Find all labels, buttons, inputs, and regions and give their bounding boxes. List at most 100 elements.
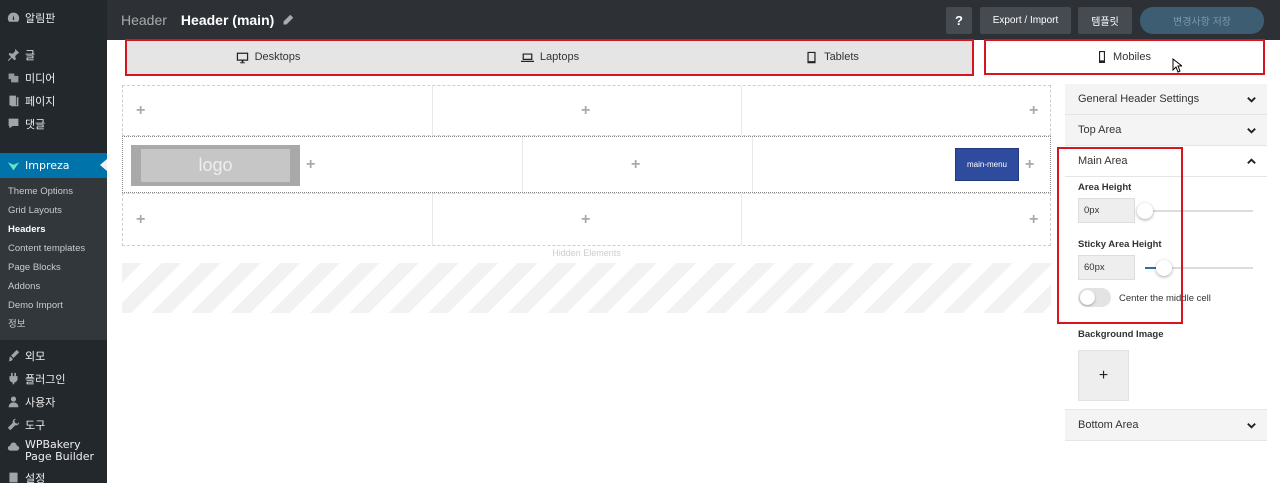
sticky-area-height-input[interactable]: 60px <box>1078 255 1135 280</box>
comment-icon <box>6 117 20 131</box>
row-cell-right[interactable]: + <box>741 86 1050 135</box>
main-menu-element[interactable]: main-menu <box>955 148 1019 181</box>
row-cell-center[interactable]: + <box>432 86 741 135</box>
section-main-area[interactable]: Main Area <box>1065 146 1267 177</box>
tab-label: Laptops <box>539 51 580 63</box>
brush-icon <box>6 349 20 363</box>
header-top-row: + + + <box>122 85 1051 136</box>
tab-label: Mobiles <box>1113 51 1151 63</box>
sidebar-item-tools[interactable]: 도구 <box>0 413 107 436</box>
toggle-knob <box>1080 290 1095 305</box>
tab-mobiles[interactable]: Mobiles <box>985 40 1263 74</box>
add-element-icon[interactable]: + <box>136 212 145 228</box>
row-cell-right[interactable]: + <box>741 194 1050 245</box>
pin-icon <box>6 48 20 62</box>
submenu-demo-import[interactable]: Demo Import <box>0 296 107 315</box>
row-cell-left[interactable]: + <box>123 86 432 135</box>
slider-knob[interactable] <box>1156 260 1172 276</box>
breadcrumb[interactable]: Header <box>121 12 167 28</box>
submenu-page-blocks[interactable]: Page Blocks <box>0 258 107 277</box>
section-title: General Header Settings <box>1078 93 1200 105</box>
media-icon <box>6 71 20 85</box>
sidebar-item-label: 댓글 <box>25 117 46 131</box>
header-bottom-row: + + + <box>122 193 1051 246</box>
sidebar-item-impreza[interactable]: Impreza <box>0 153 107 178</box>
area-height-label: Area Height <box>1078 182 1132 193</box>
sidebar-item-appearance[interactable]: 외모 <box>0 344 107 367</box>
row-cell-left[interactable]: logo + <box>123 137 522 192</box>
sticky-area-height-label: Sticky Area Height <box>1078 239 1162 250</box>
sidebar-item-label: WPBakery Page Builder <box>25 438 95 463</box>
center-middle-cell-toggle[interactable] <box>1078 288 1111 307</box>
admin-sidebar: 알림판 글 미디어 페이지 댓글 Impreza Theme Options G… <box>0 0 107 483</box>
sidebar-item-users[interactable]: 사용자 <box>0 390 107 413</box>
mouse-cursor-icon <box>1172 58 1182 73</box>
submenu-content-templates[interactable]: Content templates <box>0 239 107 258</box>
mobile-icon <box>1099 51 1106 63</box>
sidebar-item-label: 플러그인 <box>25 372 66 386</box>
sidebar-item-media[interactable]: 미디어 <box>0 66 107 89</box>
sidebar-item-label: 외모 <box>25 349 46 363</box>
export-import-button[interactable]: Export / Import <box>980 7 1071 34</box>
desktop-icon <box>236 52 248 63</box>
add-element-icon[interactable]: + <box>1029 212 1038 228</box>
sidebar-item-settings[interactable]: 설정 <box>0 466 107 483</box>
sidebar-item-posts[interactable]: 글 <box>0 43 107 66</box>
area-height-slider[interactable] <box>1137 203 1253 219</box>
user-icon <box>6 395 20 409</box>
background-image-label: Background Image <box>1078 329 1164 340</box>
sidebar-item-wpbakery[interactable]: WPBakery Page Builder <box>0 436 107 466</box>
row-cell-center[interactable]: + <box>432 194 741 245</box>
submenu-addons[interactable]: Addons <box>0 277 107 296</box>
tab-label: Tablets <box>824 51 859 63</box>
add-element-icon[interactable]: + <box>581 103 590 119</box>
section-bottom-area[interactable]: Bottom Area <box>1065 409 1267 441</box>
add-background-image-button[interactable]: + <box>1078 350 1129 401</box>
tab-laptops[interactable]: Laptops <box>409 40 691 74</box>
templates-button[interactable]: 템플릿 <box>1078 7 1132 34</box>
section-general-header-settings[interactable]: General Header Settings <box>1065 84 1267 115</box>
row-cell-left[interactable]: + <box>123 194 432 245</box>
hidden-elements-label: Hidden Elements <box>552 248 621 258</box>
submenu-grid-layouts[interactable]: Grid Layouts <box>0 201 107 220</box>
logo-element[interactable]: logo <box>131 145 300 186</box>
sidebar-item-label: Impreza <box>25 159 70 172</box>
add-element-icon[interactable]: + <box>1029 103 1038 119</box>
tab-desktops[interactable]: Desktops <box>127 40 409 74</box>
help-button[interactable]: ? <box>946 7 972 34</box>
save-changes-button[interactable]: 변경사항 저장 <box>1140 7 1264 34</box>
add-element-icon[interactable]: + <box>1025 157 1034 173</box>
sidebar-item-comments[interactable]: 댓글 <box>0 112 107 135</box>
tab-label: Desktops <box>254 51 301 63</box>
page-icon <box>6 94 20 108</box>
chevron-up-icon <box>1246 156 1257 167</box>
sticky-area-height-slider[interactable] <box>1145 260 1253 276</box>
row-cell-center[interactable]: + <box>522 137 752 192</box>
tab-tablets[interactable]: Tablets <box>691 40 973 74</box>
section-title: Bottom Area <box>1078 419 1139 431</box>
add-element-icon[interactable]: + <box>631 157 640 173</box>
pencil-icon[interactable] <box>282 14 294 26</box>
sidebar-item-dashboard[interactable]: 알림판 <box>0 6 107 29</box>
submenu-info[interactable]: 정보 <box>0 315 107 334</box>
add-element-icon[interactable]: + <box>136 103 145 119</box>
sidebar-item-plugins[interactable]: 플러그인 <box>0 367 107 390</box>
sidebar-item-label: 글 <box>25 48 36 62</box>
sidebar-item-label: 미디어 <box>25 71 56 85</box>
sidebar-item-label: 사용자 <box>25 395 56 409</box>
slider-knob[interactable] <box>1137 203 1153 219</box>
laptop-icon <box>520 52 534 62</box>
logo-text: logo <box>141 149 290 182</box>
section-top-area[interactable]: Top Area <box>1065 115 1267 146</box>
dashboard-icon <box>6 11 20 25</box>
hidden-elements-dropzone[interactable] <box>122 263 1051 313</box>
submenu-headers[interactable]: Headers <box>0 220 107 239</box>
cloud-icon <box>6 439 20 453</box>
chevron-down-icon <box>1246 125 1257 136</box>
submenu-theme-options[interactable]: Theme Options <box>0 182 107 201</box>
area-height-input[interactable]: 0px <box>1078 198 1135 223</box>
add-element-icon[interactable]: + <box>306 157 315 173</box>
sidebar-item-pages[interactable]: 페이지 <box>0 89 107 112</box>
settings-icon <box>6 471 20 483</box>
add-element-icon[interactable]: + <box>581 212 590 228</box>
